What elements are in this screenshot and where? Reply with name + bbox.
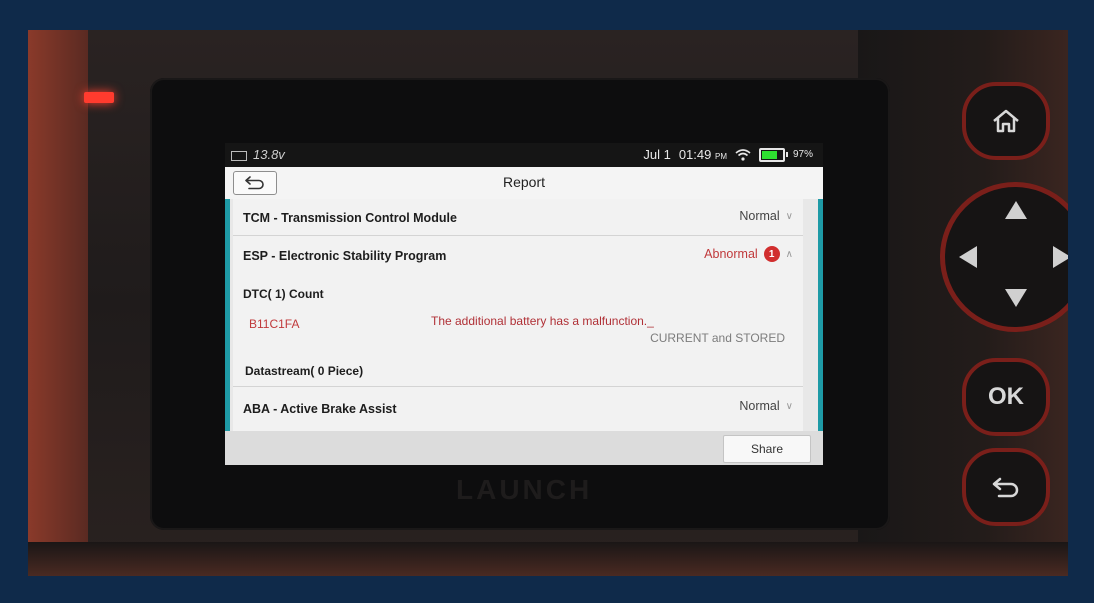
module-status: Abnormal 1 ∧ — [704, 246, 793, 262]
report-list: TCM - Transmission Control Module Normal… — [225, 199, 823, 432]
module-title: ABA - Active Brake Assist — [243, 402, 397, 416]
battery-percent: 97% — [792, 149, 813, 160]
status-text: Abnormal — [704, 247, 758, 261]
device-screen: 13.8v Jul 1 01:49 PM 97% Report TCM - Tr… — [225, 143, 823, 465]
chevron-down-icon[interactable]: ∨ — [786, 211, 793, 222]
device-bottom-edge — [28, 542, 1068, 576]
up-arrow-icon[interactable] — [1005, 201, 1027, 219]
module-status: Normal ∨ — [739, 209, 793, 223]
voltage-readout: 13.8v — [231, 147, 285, 162]
scrollbar[interactable] — [818, 199, 823, 431]
voltage-value: 13.8v — [253, 147, 285, 162]
left-arrow-icon[interactable] — [959, 246, 977, 268]
brand-logo: LAUNCH — [456, 474, 593, 505]
status-bar: 13.8v Jul 1 01:49 PM 97% — [225, 143, 823, 167]
module-row-aba[interactable]: ABA - Active Brake Assist Normal ∨ — [233, 387, 803, 432]
module-row-esp[interactable]: ESP - Electronic Stability Program Abnor… — [233, 236, 803, 387]
right-arrow-icon[interactable] — [1053, 246, 1068, 268]
chevron-down-icon[interactable]: ∨ — [786, 401, 793, 412]
home-icon — [993, 109, 1019, 133]
power-led — [84, 92, 114, 103]
device-photo: LAUNCH OK 13.8v Jul 1 01:49 PM 97% Repor… — [28, 30, 1068, 576]
scroll-accent-left — [225, 199, 230, 431]
module-title: ESP - Electronic Stability Program — [243, 249, 447, 263]
ok-hardware-button[interactable]: OK — [962, 358, 1050, 436]
status-time: 01:49 PM — [679, 147, 727, 162]
status-right: Jul 1 01:49 PM 97% — [643, 147, 813, 162]
car-battery-icon — [231, 150, 247, 161]
status-time-value: 01:49 — [678, 147, 712, 162]
back-icon — [992, 477, 1019, 498]
chevron-up-icon[interactable]: ∧ — [786, 249, 793, 260]
wifi-icon — [735, 148, 751, 161]
status-ampm: PM — [714, 152, 727, 161]
module-status: Normal ∨ — [739, 399, 793, 413]
dtc-count-label: DTC( 1) Count — [243, 287, 324, 301]
dtc-code[interactable]: B11C1FA — [249, 317, 299, 331]
back-hardware-button[interactable] — [962, 448, 1050, 526]
module-row-tcm[interactable]: TCM - Transmission Control Module Normal… — [233, 199, 803, 236]
dtc-count-badge: 1 — [763, 246, 780, 262]
battery-icon — [758, 147, 788, 162]
bottom-bar: Share — [225, 431, 823, 465]
dtc-description: The additional battery has a malfunction… — [431, 314, 654, 328]
home-hardware-button[interactable] — [962, 82, 1050, 160]
device-left-edge — [28, 30, 88, 576]
status-date: Jul 1 — [643, 147, 671, 162]
down-arrow-icon[interactable] — [1005, 289, 1027, 307]
dtc-state: CURRENT and STORED — [650, 331, 785, 345]
status-text: Normal — [739, 209, 780, 223]
page-title: Report — [502, 174, 546, 190]
status-text: Normal — [739, 399, 780, 413]
share-button[interactable]: Share — [723, 435, 811, 463]
module-title: TCM - Transmission Control Module — [243, 211, 457, 225]
title-bar: Report — [225, 167, 823, 200]
datastream-label: Datastream( 0 Piece) — [245, 364, 364, 378]
